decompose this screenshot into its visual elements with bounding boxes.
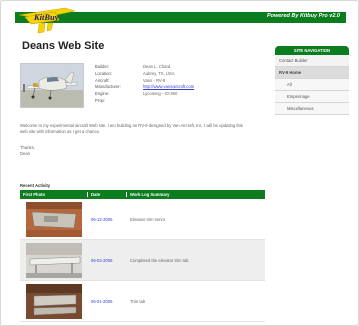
- detail-value: Dean L. Chard: [143, 64, 171, 69]
- column-header-photo: First Photo: [20, 192, 88, 197]
- nav-item-miscellaneous[interactable]: Miscellaneous: [275, 103, 349, 115]
- aircraft-photo[interactable]: [20, 63, 84, 108]
- column-header-date: Date: [88, 192, 127, 197]
- signoff: Thanks, Dean: [20, 145, 35, 157]
- detail-label: Prop:: [95, 97, 106, 103]
- work-photo-thumbnail[interactable]: [26, 201, 82, 237]
- detail-label: Manufacturer:: [95, 84, 121, 90]
- nav-item-all[interactable]: All: [275, 79, 349, 91]
- detail-row-engine: Engine: Lycoming - IO-360: [95, 91, 194, 98]
- aircraft-details: Builder: Dean L. Chard Location: Aubrey,…: [95, 64, 194, 105]
- recent-activity-table: First Photo Date Work Log Summary 06-12-…: [20, 190, 265, 322]
- detail-label: Builder:: [95, 64, 110, 69]
- activity-summary: Trim tab: [130, 298, 146, 304]
- activity-date-link[interactable]: 06-02-2006: [88, 258, 127, 263]
- detail-label: Location:: [95, 70, 112, 76]
- activity-summary: Elevator trim servo: [130, 216, 165, 222]
- powered-by-text: Powered By Kitbuy Pro v2.0: [266, 13, 340, 19]
- activity-summary: Completed the elevator trim tab: [130, 257, 189, 263]
- site-navigation-title: SITE NAVIGATION: [275, 46, 349, 55]
- kitbuy-logo[interactable]: KitBuy: [15, 2, 77, 36]
- page-frame: Powered By Kitbuy Pro v2.0 KitBuy Deans …: [0, 0, 359, 326]
- site-navigation: SITE NAVIGATION Contact Builder RV-9 Hom…: [275, 46, 349, 115]
- page-title: Deans Web Site: [22, 40, 105, 52]
- detail-value: Lycoming - IO-360: [143, 91, 178, 97]
- svg-text:KitBuy: KitBuy: [33, 12, 59, 22]
- column-header-summary: Work Log Summary: [130, 192, 170, 197]
- detail-value: Vans - RV-9: [143, 77, 166, 83]
- detail-value: Aubrey, TX, USA: [143, 70, 175, 76]
- detail-row-prop: Prop:: [95, 98, 194, 105]
- work-photo-thumbnail[interactable]: [26, 242, 82, 278]
- work-photo-thumbnail[interactable]: [26, 283, 82, 319]
- manufacturer-link[interactable]: http://www.vansaircraft.com: [143, 84, 194, 91]
- nav-item-empennage[interactable]: Empennage: [275, 91, 349, 103]
- photo-cell: [20, 201, 88, 237]
- photo-cell: [20, 283, 88, 319]
- table-row: 06-01-2006 Trim tab: [20, 281, 265, 322]
- activity-date-link[interactable]: 06-01-2006: [88, 299, 127, 304]
- detail-row-builder: Builder: Dean L. Chard: [95, 64, 194, 71]
- nav-item-rv9-home[interactable]: RV-9 Home: [275, 67, 349, 79]
- table-header: First Photo Date Work Log Summary: [20, 190, 265, 199]
- detail-row-manufacturer: Manufacturer: http://www.vansaircraft.co…: [95, 84, 194, 91]
- detail-label: Aircraft:: [95, 77, 110, 83]
- table-row: 06-02-2006 Completed the elevator trim t…: [20, 240, 265, 281]
- photo-cell: [20, 242, 88, 278]
- activity-date-link[interactable]: 06-12-2006: [88, 217, 127, 222]
- detail-label: Engine:: [95, 91, 110, 97]
- welcome-text: Welcome to my experimental aircraft Web …: [20, 123, 243, 134]
- recent-activity-heading: Recent Activity: [20, 183, 51, 188]
- thanks-text: Thanks,: [20, 145, 35, 150]
- detail-row-aircraft: Aircraft: Vans - RV-9: [95, 78, 194, 85]
- signature-text: Dean: [20, 150, 31, 156]
- nav-item-contact-builder[interactable]: Contact Builder: [275, 55, 349, 67]
- detail-row-location: Location: Aubrey, TX, USA: [95, 71, 194, 78]
- table-row: 06-12-2006 Elevator trim servo: [20, 199, 265, 240]
